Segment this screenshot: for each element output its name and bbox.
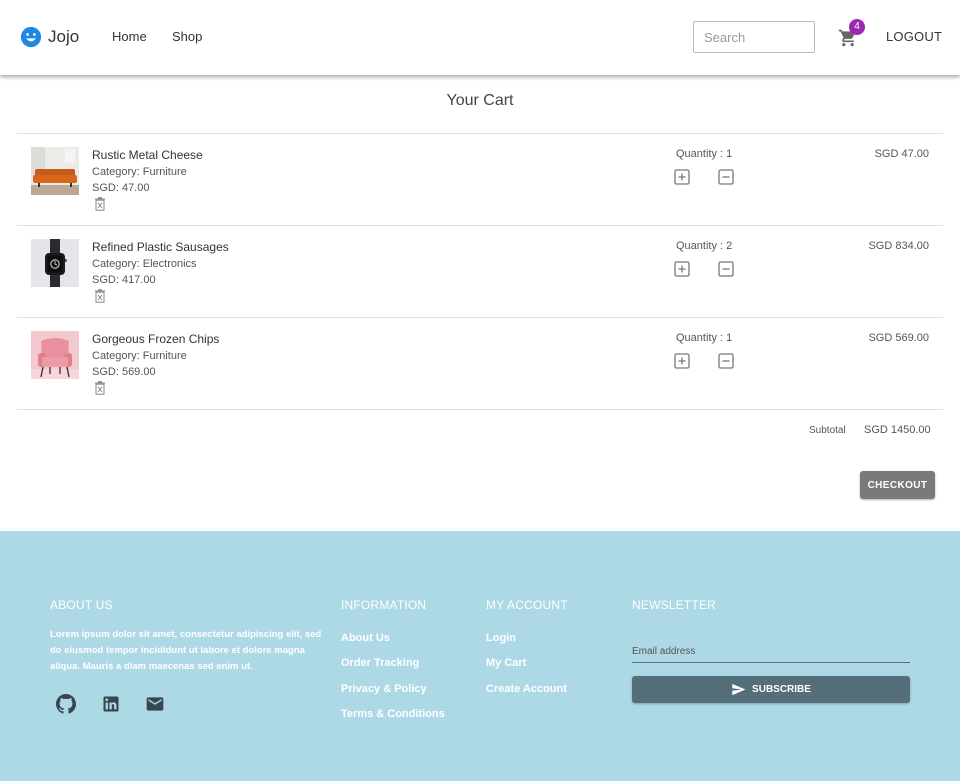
subscribe-label: SUBSCRIBE: [752, 684, 811, 695]
subtotal-value: SGD 1450.00: [864, 424, 931, 436]
checkout-button[interactable]: CHECKOUT: [860, 471, 935, 499]
minus-icon[interactable]: [718, 261, 734, 277]
product-name[interactable]: Refined Plastic Sausages: [92, 240, 229, 254]
footer-link-login[interactable]: Login: [486, 632, 516, 644]
footer-heading-about: ABOUT US: [50, 598, 113, 612]
delete-icon[interactable]: [94, 381, 106, 395]
linkedin-icon[interactable]: [101, 694, 121, 714]
product-name[interactable]: Rustic Metal Cheese: [92, 148, 203, 162]
email-field[interactable]: [632, 641, 910, 663]
product-unit-price: SGD: 569.00: [92, 366, 156, 378]
product-category: Category: Electronics: [92, 258, 197, 270]
line-total: SGD 569.00: [868, 332, 929, 344]
footer-heading-newsletter: NEWSLETTER: [632, 598, 717, 612]
brand-name: Jojo: [48, 27, 80, 46]
product-image-pink-armchair: [31, 331, 79, 379]
github-icon[interactable]: [56, 694, 76, 714]
cart-item: Gorgeous Frozen Chips Category: Furnitur…: [17, 317, 943, 409]
product-image-smart-watch: [31, 239, 79, 287]
search-input[interactable]: [693, 21, 815, 53]
product-category: Category: Furniture: [92, 350, 187, 362]
app-header: Jojo Home Shop 4 LOGOUT: [0, 0, 960, 75]
plus-icon[interactable]: [674, 169, 690, 185]
footer-link-create-account[interactable]: Create Account: [486, 683, 567, 695]
product-category: Category: Furniture: [92, 166, 187, 178]
line-total: SGD 834.00: [868, 240, 929, 252]
footer-link-order-tracking[interactable]: Order Tracking: [341, 657, 419, 669]
nav-shop[interactable]: Shop: [172, 29, 202, 44]
subtotal-label: Subtotal: [809, 425, 846, 436]
brand-logo[interactable]: Jojo: [20, 26, 79, 48]
delete-icon[interactable]: [94, 289, 106, 303]
plus-icon[interactable]: [674, 353, 690, 369]
plus-icon[interactable]: [674, 261, 690, 277]
footer-heading-information: INFORMATION: [341, 598, 427, 612]
product-unit-price: SGD: 417.00: [92, 274, 156, 286]
footer-heading-my-account: MY ACCOUNT: [486, 598, 568, 612]
send-icon: [732, 683, 746, 696]
product-image-orange-sofa: [31, 147, 79, 195]
minus-icon[interactable]: [718, 353, 734, 369]
minus-icon[interactable]: [718, 169, 734, 185]
page-title: Your Cart: [446, 92, 514, 109]
footer: ABOUT US Lorem ipsum dolor sit amet, con…: [0, 531, 960, 781]
quantity-label: Quantity : 1: [676, 332, 733, 344]
product-name[interactable]: Gorgeous Frozen Chips: [92, 332, 219, 346]
mail-icon[interactable]: [145, 694, 165, 714]
nav-home[interactable]: Home: [112, 29, 147, 44]
footer-link-privacy-policy[interactable]: Privacy & Policy: [341, 683, 427, 695]
smiley-logo-icon: [20, 26, 42, 48]
cart-item: Rustic Metal Cheese Category: Furniture …: [17, 133, 943, 225]
cart-count-badge: 4: [849, 19, 865, 35]
divider: [17, 409, 943, 410]
product-unit-price: SGD: 47.00: [92, 182, 150, 194]
cart-item: Refined Plastic Sausages Category: Elect…: [17, 225, 943, 317]
logout-button[interactable]: LOGOUT: [886, 29, 942, 44]
line-total: SGD 47.00: [874, 148, 929, 160]
delete-icon[interactable]: [94, 197, 106, 211]
about-text: Lorem ipsum dolor sit amet, consectetur …: [50, 629, 322, 672]
footer-link-my-cart[interactable]: My Cart: [486, 657, 526, 669]
footer-link-terms[interactable]: Terms & Conditions: [341, 708, 445, 720]
quantity-label: Quantity : 1: [676, 148, 733, 160]
quantity-label: Quantity : 2: [676, 240, 733, 252]
footer-link-about-us[interactable]: About Us: [341, 632, 390, 644]
subscribe-button[interactable]: SUBSCRIBE: [632, 676, 910, 703]
